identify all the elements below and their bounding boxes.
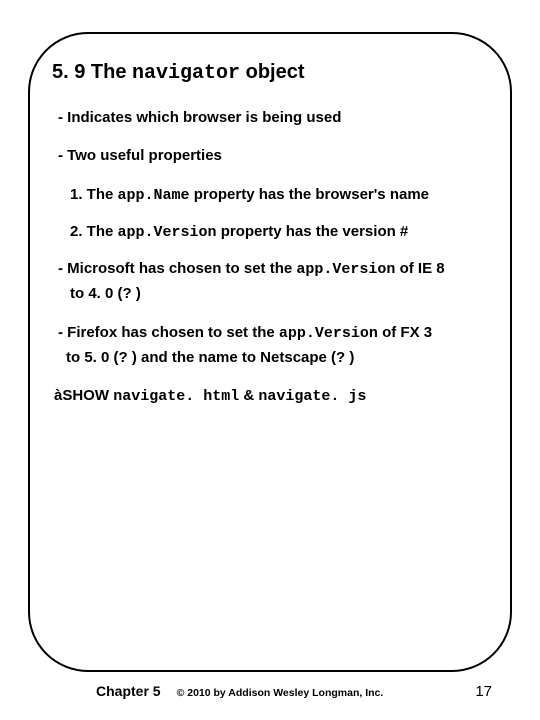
heading-pre: 5. 9 The: [52, 61, 132, 83]
footer-copyright: © 2010 by Addison Wesley Longman, Inc.: [177, 687, 476, 699]
sub-2: 2. The app.Version property has the vers…: [70, 222, 488, 243]
b4-post: of FX 3: [378, 324, 432, 341]
sub1-post: property has the browser's name: [190, 186, 429, 203]
sub1-pre: 1. The: [70, 186, 118, 203]
slide-frame: 5. 9 The navigator object - Indicates wh…: [28, 32, 512, 672]
show-file1: navigate. html: [113, 388, 239, 405]
b4-code: app.Version: [279, 325, 378, 342]
heading-code: navigator: [132, 62, 240, 85]
slide-heading: 5. 9 The navigator object: [52, 60, 488, 86]
show-file2: navigate. js: [258, 388, 366, 405]
sub-1: 1. The app.Name property has the browser…: [70, 185, 488, 206]
bullet-1: - Indicates which browser is being used: [58, 108, 488, 128]
slide-footer: Chapter 5 © 2010 by Addison Wesley Longm…: [0, 683, 540, 700]
b3-code: app.Version: [296, 261, 395, 278]
show-amp: &: [239, 387, 258, 404]
sub1-code: app.Name: [118, 187, 190, 204]
bullet-3-cont: to 4. 0 (? ): [70, 284, 488, 304]
bullet-2: - Two useful properties: [58, 146, 488, 166]
bullet-3: - Microsoft has chosen to set the app.Ve…: [58, 259, 488, 280]
bullet-4-cont: to 5. 0 (? ) and the name to Netscape (?…: [66, 348, 488, 368]
bullet-4: - Firefox has chosen to set the app.Vers…: [58, 323, 488, 344]
footer-page-number: 17: [475, 683, 492, 700]
sub2-code: app.Version: [118, 224, 217, 241]
show-line: àSHOW navigate. html & navigate. js: [54, 386, 488, 407]
footer-chapter: Chapter 5: [96, 683, 161, 699]
sub2-post: property has the version #: [217, 223, 409, 240]
b4-pre: - Firefox has chosen to set the: [58, 324, 279, 341]
show-label: SHOW: [62, 387, 113, 404]
sub2-pre: 2. The: [70, 223, 118, 240]
b3-post: of IE 8: [395, 260, 444, 277]
b3-pre: - Microsoft has chosen to set the: [58, 260, 296, 277]
heading-post: object: [240, 61, 304, 83]
